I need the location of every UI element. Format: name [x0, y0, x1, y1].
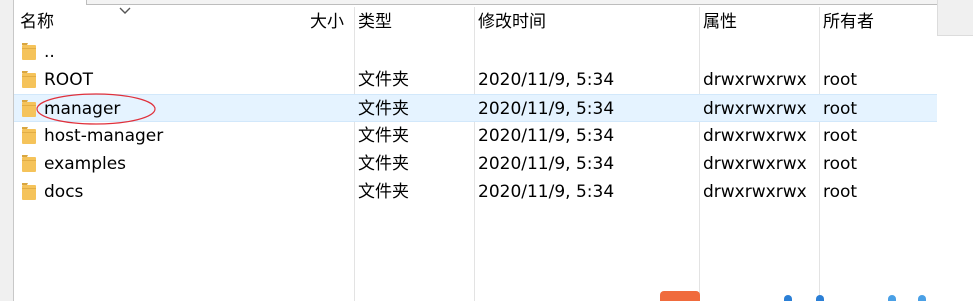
sort-descending-chevron-icon — [119, 7, 131, 14]
file-type: 文件夹 — [358, 70, 409, 90]
file-row[interactable]: examples 文件夹 2020/11/9, 5:34 drwxrwxrwx … — [14, 150, 937, 178]
column-header-name-label: 名称 — [20, 12, 54, 32]
column-header-owner[interactable]: 所有者 — [819, 5, 874, 301]
file-owner: root — [823, 182, 858, 202]
column-header-row: 名称 大小 类型 修改时间 属性 所有者 — [14, 5, 937, 301]
column-header-attributes[interactable]: 属性 — [699, 5, 737, 301]
file-modified: 2020/11/9, 5:34 — [478, 126, 615, 146]
column-header-attributes-label: 属性 — [703, 12, 737, 32]
column-header-type[interactable]: 类型 — [354, 5, 392, 301]
watermark-logo — [660, 291, 700, 301]
file-modified: 2020/11/9, 5:34 — [478, 182, 615, 202]
folder-icon — [22, 155, 36, 172]
file-row[interactable]: host-manager 文件夹 2020/11/9, 5:34 drwxrwx… — [14, 122, 937, 150]
file-row[interactable]: manager 文件夹 2020/11/9, 5:34 drwxrwxrwx r… — [14, 93, 937, 125]
column-header-type-label: 类型 — [358, 12, 392, 32]
file-type: 文件夹 — [358, 182, 409, 202]
file-attributes: drwxrwxrwx — [703, 70, 807, 90]
left-pane-edge — [0, 0, 14, 301]
file-modified: 2020/11/9, 5:34 — [478, 154, 615, 174]
file-owner: root — [823, 70, 858, 90]
column-header-size-label: 大小 — [310, 12, 344, 32]
column-header-modified[interactable]: 修改时间 — [474, 5, 546, 301]
column-header-name[interactable]: 名称 — [20, 5, 54, 38]
watermark-dot — [816, 295, 824, 301]
file-type: 文件夹 — [358, 99, 409, 119]
folder-icon — [22, 183, 36, 200]
scrollbar-corner — [937, 0, 973, 36]
watermark-dot — [888, 295, 896, 301]
file-attributes: drwxrwxrwx — [703, 154, 807, 174]
column-header-size[interactable]: 大小 — [310, 5, 344, 38]
folder-icon — [22, 43, 36, 60]
file-type: 文件夹 — [358, 154, 409, 174]
file-row[interactable]: .. — [14, 38, 937, 66]
file-owner: root — [823, 99, 858, 119]
folder-icon — [22, 71, 36, 88]
file-row[interactable]: docs 文件夹 2020/11/9, 5:34 drwxrwxrwx root — [14, 178, 937, 206]
remote-file-list: 名称 大小 类型 修改时间 属性 所有者 .. ROOT 文件夹 2020/11… — [14, 0, 937, 301]
watermark-dot — [918, 295, 926, 301]
folder-icon — [22, 127, 36, 144]
file-rows: .. ROOT 文件夹 2020/11/9, 5:34 drwxrwxrwx r… — [14, 38, 937, 206]
vertical-scrollbar[interactable] — [937, 0, 974, 301]
file-modified: 2020/11/9, 5:34 — [478, 70, 615, 90]
file-attributes: drwxrwxrwx — [703, 99, 807, 119]
file-name: .. — [44, 42, 55, 62]
watermark-dot — [784, 295, 792, 301]
file-name: examples — [44, 154, 127, 174]
column-header-owner-label: 所有者 — [823, 12, 874, 32]
file-owner: root — [823, 154, 858, 174]
file-type: 文件夹 — [358, 126, 409, 146]
file-attributes: drwxrwxrwx — [703, 182, 807, 202]
file-name: docs — [44, 182, 84, 202]
file-owner: root — [823, 126, 858, 146]
file-name: host-manager — [44, 126, 164, 146]
file-modified: 2020/11/9, 5:34 — [478, 99, 615, 119]
column-header-modified-label: 修改时间 — [478, 12, 546, 32]
file-attributes: drwxrwxrwx — [703, 126, 807, 146]
